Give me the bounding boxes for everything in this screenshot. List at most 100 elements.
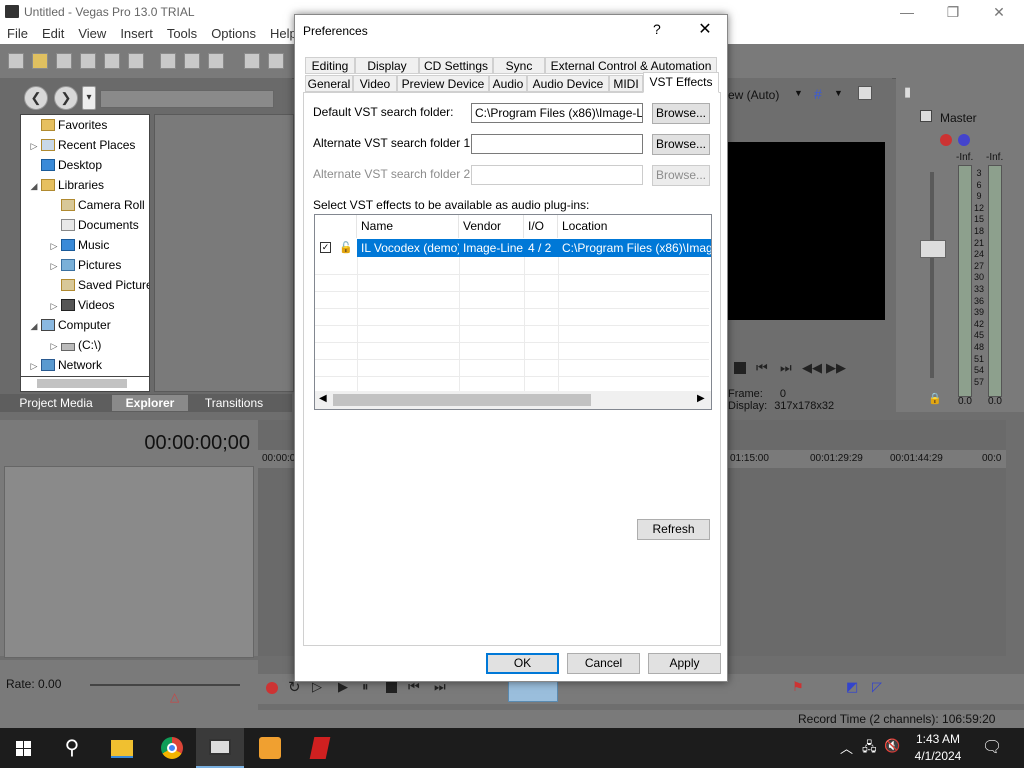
- tab-display[interactable]: Display: [355, 57, 419, 74]
- track-headers[interactable]: [4, 466, 254, 658]
- close-button[interactable]: ✕: [976, 0, 1022, 24]
- tree-item-camera-roll[interactable]: Camera Roll: [47, 195, 145, 215]
- column-name[interactable]: Name: [357, 215, 459, 238]
- column-io[interactable]: I/O: [524, 215, 558, 238]
- tree-item-saved-pictures[interactable]: Saved Pictures: [47, 275, 149, 295]
- scrollbar-thumb[interactable]: [37, 379, 127, 388]
- lock-icon[interactable]: 🔒: [928, 392, 942, 405]
- tab-video[interactable]: Video: [353, 75, 397, 92]
- save-icon[interactable]: [56, 53, 72, 69]
- envelope-tool-icon[interactable]: ◩: [846, 679, 858, 695]
- column-vendor[interactable]: Vendor: [459, 215, 524, 238]
- tree-item-desktop[interactable]: Desktop: [27, 155, 102, 175]
- scroll-left-icon[interactable]: ◀: [319, 393, 327, 404]
- cancel-button[interactable]: Cancel: [567, 653, 640, 674]
- tab-audio-device[interactable]: Audio Device: [527, 75, 609, 92]
- tab-transitions[interactable]: Transitions: [196, 395, 272, 411]
- file-explorer-icon[interactable]: [98, 728, 146, 768]
- maximize-button[interactable]: ❐: [930, 0, 976, 24]
- record-icon[interactable]: [266, 682, 278, 694]
- chevron-down-icon[interactable]: ▼: [794, 88, 803, 98]
- render-icon[interactable]: [104, 53, 120, 69]
- chevron-down-icon[interactable]: ▼: [834, 88, 843, 98]
- preview-quality-dropdown[interactable]: ew (Auto): [728, 88, 779, 102]
- selection-tool-icon[interactable]: ◸: [872, 679, 882, 695]
- table-row[interactable]: ✓ 🔓 IL Vocodex (demo) Image-Line 4 / 2 C…: [315, 239, 711, 257]
- tree-item-network[interactable]: ▷ Network: [27, 355, 102, 375]
- alt1-folder-field[interactable]: [471, 134, 643, 154]
- redo-icon[interactable]: [268, 53, 284, 69]
- tree-horizontal-scrollbar[interactable]: [20, 376, 150, 392]
- minimize-button[interactable]: —: [884, 0, 930, 24]
- browse-default-button[interactable]: Browse...: [652, 103, 710, 124]
- menu-edit[interactable]: Edit: [35, 24, 71, 43]
- app-red-icon[interactable]: [296, 728, 344, 768]
- chrome-icon[interactable]: [148, 728, 196, 768]
- row-checkbox[interactable]: ✓: [320, 242, 331, 253]
- copy-snapshot-icon[interactable]: [858, 86, 872, 100]
- tab-sync[interactable]: Sync: [493, 57, 545, 74]
- tree-item-pictures[interactable]: ▷ Pictures: [47, 255, 122, 275]
- stop-icon[interactable]: [386, 682, 397, 693]
- marker-icon[interactable]: ⚑: [792, 679, 804, 695]
- search-icon[interactable]: ⚲: [48, 728, 96, 768]
- menu-file[interactable]: File: [0, 24, 35, 43]
- stop-icon[interactable]: [734, 362, 746, 374]
- tab-midi[interactable]: MIDI: [609, 75, 643, 92]
- vegas-taskbar-icon[interactable]: [196, 728, 244, 768]
- new-icon[interactable]: [8, 53, 24, 69]
- save-as-icon[interactable]: [80, 53, 96, 69]
- list-horizontal-scrollbar[interactable]: ◀ ▶: [315, 391, 711, 409]
- tree-item-c-drive[interactable]: ▷ (C:\): [47, 335, 102, 355]
- rewind-icon[interactable]: ◀◀: [802, 360, 822, 376]
- tab-audio[interactable]: Audio: [489, 75, 527, 92]
- help-button[interactable]: ?: [653, 21, 661, 37]
- notifications-icon[interactable]: 🗨: [982, 737, 1002, 757]
- menu-tools[interactable]: Tools: [160, 24, 204, 43]
- explorer-file-list[interactable]: [154, 114, 294, 392]
- refresh-button[interactable]: Refresh: [637, 519, 710, 540]
- volume-muted-icon[interactable]: 🔇: [884, 738, 900, 754]
- tree-item-favorites[interactable]: Favorites: [27, 115, 107, 135]
- start-button[interactable]: [0, 728, 48, 768]
- scroll-right-icon[interactable]: ▶: [697, 393, 705, 404]
- paste-icon[interactable]: [208, 53, 224, 69]
- cut-icon[interactable]: [160, 53, 176, 69]
- menu-options[interactable]: Options: [204, 24, 263, 43]
- network-icon[interactable]: 🖧: [862, 738, 877, 760]
- default-folder-field[interactable]: C:\Program Files (x86)\Image-Line: [471, 103, 643, 123]
- tree-item-computer[interactable]: ◢ Computer: [27, 315, 111, 335]
- forward-icon[interactable]: ❯: [54, 86, 78, 110]
- tab-general[interactable]: General: [305, 75, 353, 92]
- apply-button[interactable]: Apply: [648, 653, 721, 674]
- next-frame-icon[interactable]: ⏭: [780, 360, 792, 376]
- back-icon[interactable]: ❮: [24, 86, 48, 110]
- master-fader-knob[interactable]: [920, 240, 946, 258]
- tree-item-libraries[interactable]: ◢ Libraries: [27, 175, 105, 195]
- rate-slider[interactable]: [90, 684, 240, 686]
- tree-item-recent-places[interactable]: ▷ Recent Places: [27, 135, 136, 155]
- tree-item-videos[interactable]: ▷ Videos: [47, 295, 115, 315]
- system-clock[interactable]: 1:43 AM 4/1/2024: [900, 731, 976, 765]
- undo-icon[interactable]: [244, 53, 260, 69]
- ok-button[interactable]: OK: [486, 653, 559, 674]
- show-hidden-icons-icon[interactable]: ︿: [840, 738, 853, 757]
- fx-icon[interactable]: [940, 134, 952, 146]
- tree-item-documents[interactable]: Documents: [47, 215, 139, 235]
- dialog-close-button[interactable]: ✕: [693, 19, 717, 41]
- mute-icon[interactable]: [958, 134, 970, 146]
- properties-icon[interactable]: [128, 53, 144, 69]
- browse-alt1-button[interactable]: Browse...: [652, 134, 710, 155]
- tree-item-music[interactable]: ▷ Music: [47, 235, 110, 255]
- tab-vst-effects[interactable]: VST Effects: [643, 72, 719, 93]
- tab-preview-device[interactable]: Preview Device: [397, 75, 489, 92]
- scrollbar-thumb[interactable]: [333, 394, 591, 406]
- mixer-menu-icon[interactable]: ▮: [904, 84, 911, 100]
- tab-editing[interactable]: Editing: [305, 57, 355, 74]
- vst-effects-list[interactable]: Name Vendor I/O Location ✓ 🔓 IL Vocodex …: [314, 214, 712, 410]
- fast-forward-icon[interactable]: ▶▶: [826, 360, 846, 376]
- copy-icon[interactable]: [184, 53, 200, 69]
- app-orange-icon[interactable]: [246, 728, 294, 768]
- previous-frame-icon[interactable]: ⏮: [756, 360, 768, 376]
- recent-dropdown-icon[interactable]: ▾: [82, 86, 96, 110]
